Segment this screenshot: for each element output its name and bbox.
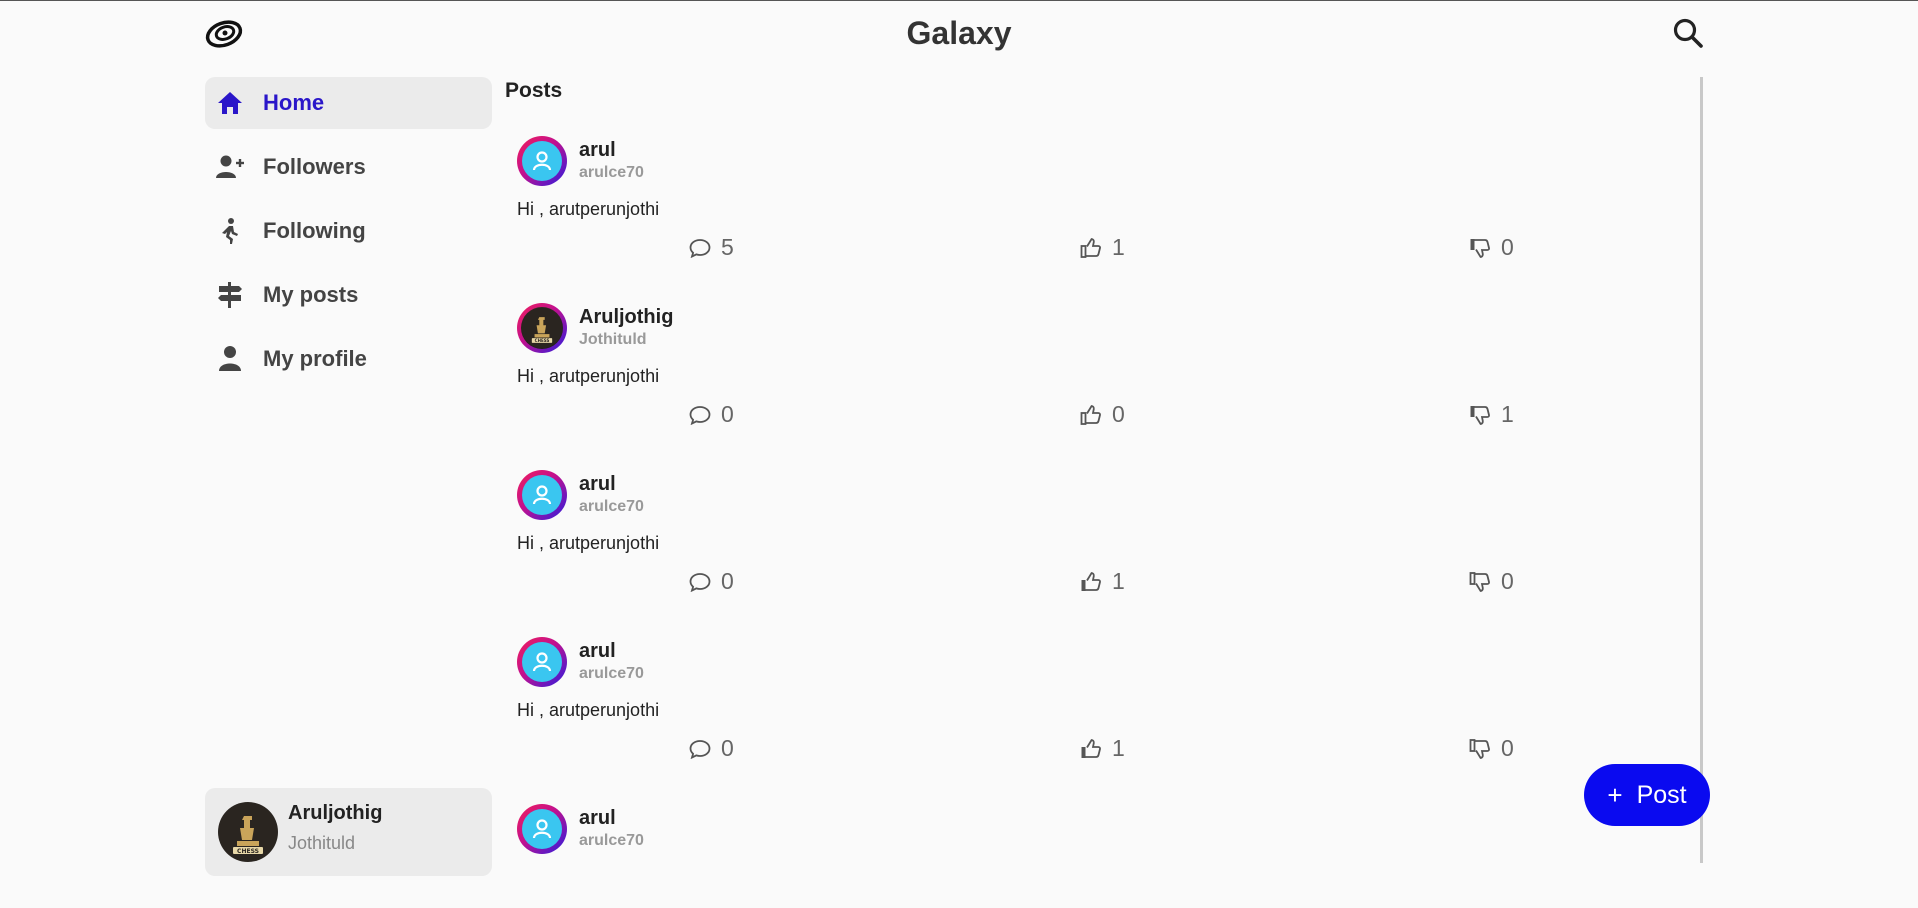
like-count: 1: [1112, 735, 1125, 761]
comment-button[interactable]: 5: [689, 234, 734, 261]
like-count: 1: [1112, 234, 1125, 260]
post-card[interactable]: arul arulce70 Hi , arutperunjothi 0 1 0: [517, 637, 1517, 797]
like-button[interactable]: 0: [1080, 401, 1125, 428]
post-author-name[interactable]: arul: [579, 640, 616, 663]
comment-count: 0: [721, 401, 734, 427]
post-author-handle: Jothituld: [579, 331, 647, 348]
comment-count: 0: [721, 568, 734, 594]
sidebar-item-label: Home: [263, 90, 325, 115]
default-user-icon: [532, 151, 552, 171]
avatar: [517, 637, 567, 687]
post-card[interactable]: arul arulce70 Hi , arutperunjothi 5 1 0: [517, 136, 1517, 296]
app-title: Galaxy: [906, 15, 1012, 51]
chess-avatar-image: CHESS: [521, 307, 563, 349]
thumbs-up-icon: [1080, 404, 1101, 425]
dislike-button[interactable]: 1: [1469, 401, 1514, 428]
thumbs-down-icon: [1470, 238, 1490, 258]
dislike-button[interactable]: 0: [1469, 735, 1514, 762]
new-post-label: Post: [1636, 780, 1687, 809]
sidebar-item-my-profile[interactable]: My profile: [205, 333, 492, 385]
post-author-name[interactable]: Aruljothig: [579, 306, 673, 329]
thumbs-up-icon: [1081, 571, 1101, 591]
post-text: Hi , arutperunjothi: [517, 366, 660, 386]
user-plus-icon: [215, 152, 245, 182]
sidebar-item-following[interactable]: Following: [205, 205, 492, 257]
sidebar-item-label: Following: [263, 218, 366, 243]
thumbs-down-icon: [1469, 738, 1490, 759]
like-count: 0: [1112, 401, 1125, 427]
dislike-button[interactable]: 0: [1469, 234, 1514, 261]
current-user-card[interactable]: CHESS Aruljothig Jothituld: [205, 788, 492, 876]
default-user-icon: [532, 819, 552, 839]
post-author-name[interactable]: arul: [579, 139, 616, 162]
dislike-count: 1: [1501, 401, 1514, 427]
post-author-handle: arulce70: [579, 164, 644, 181]
comment-icon: [689, 238, 711, 258]
like-button[interactable]: 1: [1080, 234, 1125, 261]
thumbs-down-icon: [1469, 571, 1490, 592]
svg-text:CHESS: CHESS: [535, 338, 550, 343]
comment-count: 0: [721, 735, 734, 761]
plus-icon: +: [1607, 779, 1623, 810]
thumbs-up-icon: [1081, 738, 1101, 758]
signpost-icon: [215, 280, 245, 310]
post-author-handle: arulce70: [579, 832, 644, 849]
comment-icon: [689, 405, 711, 425]
chess-avatar-image: CHESS: [217, 801, 279, 863]
default-user-icon: [532, 652, 552, 672]
comment-button[interactable]: 0: [689, 735, 734, 762]
like-button[interactable]: 1: [1080, 735, 1125, 762]
dislike-count: 0: [1501, 234, 1514, 260]
walking-person-icon: [215, 216, 245, 246]
post-author-handle: arulce70: [579, 665, 644, 682]
current-user-handle: Jothituld: [288, 833, 356, 853]
avatar: [517, 136, 567, 186]
post-author-name[interactable]: arul: [579, 473, 616, 496]
avatar: [517, 470, 567, 520]
sidebar-nav: Home Followers Following My posts My pro…: [205, 77, 492, 397]
dislike-button[interactable]: 0: [1469, 568, 1514, 595]
post-card[interactable]: arul arulce70 Hi , arutperunjothi 0 1 0: [517, 470, 1517, 630]
like-button[interactable]: 1: [1080, 568, 1125, 595]
post-text: Hi , arutperunjothi: [517, 533, 660, 553]
comment-button[interactable]: 0: [689, 401, 734, 428]
sidebar-item-label: Followers: [263, 154, 366, 179]
svg-text:CHESS: CHESS: [237, 848, 259, 855]
sidebar-item-my-posts[interactable]: My posts: [205, 269, 492, 321]
sidebar-item-followers[interactable]: Followers: [205, 141, 492, 193]
avatar: [517, 804, 567, 854]
post-text: Hi , arutperunjothi: [517, 700, 660, 720]
person-icon: [215, 344, 245, 374]
sidebar-item-label: My profile: [263, 346, 367, 371]
comment-icon: [689, 739, 711, 759]
post-card[interactable]: CHESS Aruljothig Jothituld Hi , arutperu…: [517, 303, 1517, 463]
default-user-icon: [532, 485, 552, 505]
search-icon[interactable]: [1672, 17, 1704, 49]
top-header: Galaxy: [0, 1, 1918, 67]
sidebar-item-home[interactable]: Home: [205, 77, 492, 129]
post-text: Hi , arutperunjothi: [517, 199, 660, 219]
sidebar-item-label: My posts: [263, 282, 359, 307]
post-author-name[interactable]: arul: [579, 807, 616, 830]
new-post-button[interactable]: + Post: [1584, 764, 1710, 826]
current-user-name: Aruljothig: [288, 802, 383, 824]
avatar: CHESS: [517, 303, 567, 353]
comment-icon: [689, 572, 711, 592]
home-icon: [215, 88, 245, 118]
dislike-count: 0: [1501, 735, 1514, 761]
avatar: CHESS: [217, 801, 279, 863]
post-card[interactable]: arul arulce70: [517, 804, 1517, 864]
posts-heading: Posts: [505, 79, 563, 102]
thumbs-down-icon: [1470, 405, 1490, 425]
comment-button[interactable]: 0: [689, 568, 734, 595]
comment-count: 5: [721, 234, 734, 260]
post-author-handle: arulce70: [579, 498, 644, 515]
like-count: 1: [1112, 568, 1125, 594]
scrollbar-divider[interactable]: [1700, 77, 1703, 863]
thumbs-up-icon: [1080, 237, 1101, 258]
dislike-count: 0: [1501, 568, 1514, 594]
